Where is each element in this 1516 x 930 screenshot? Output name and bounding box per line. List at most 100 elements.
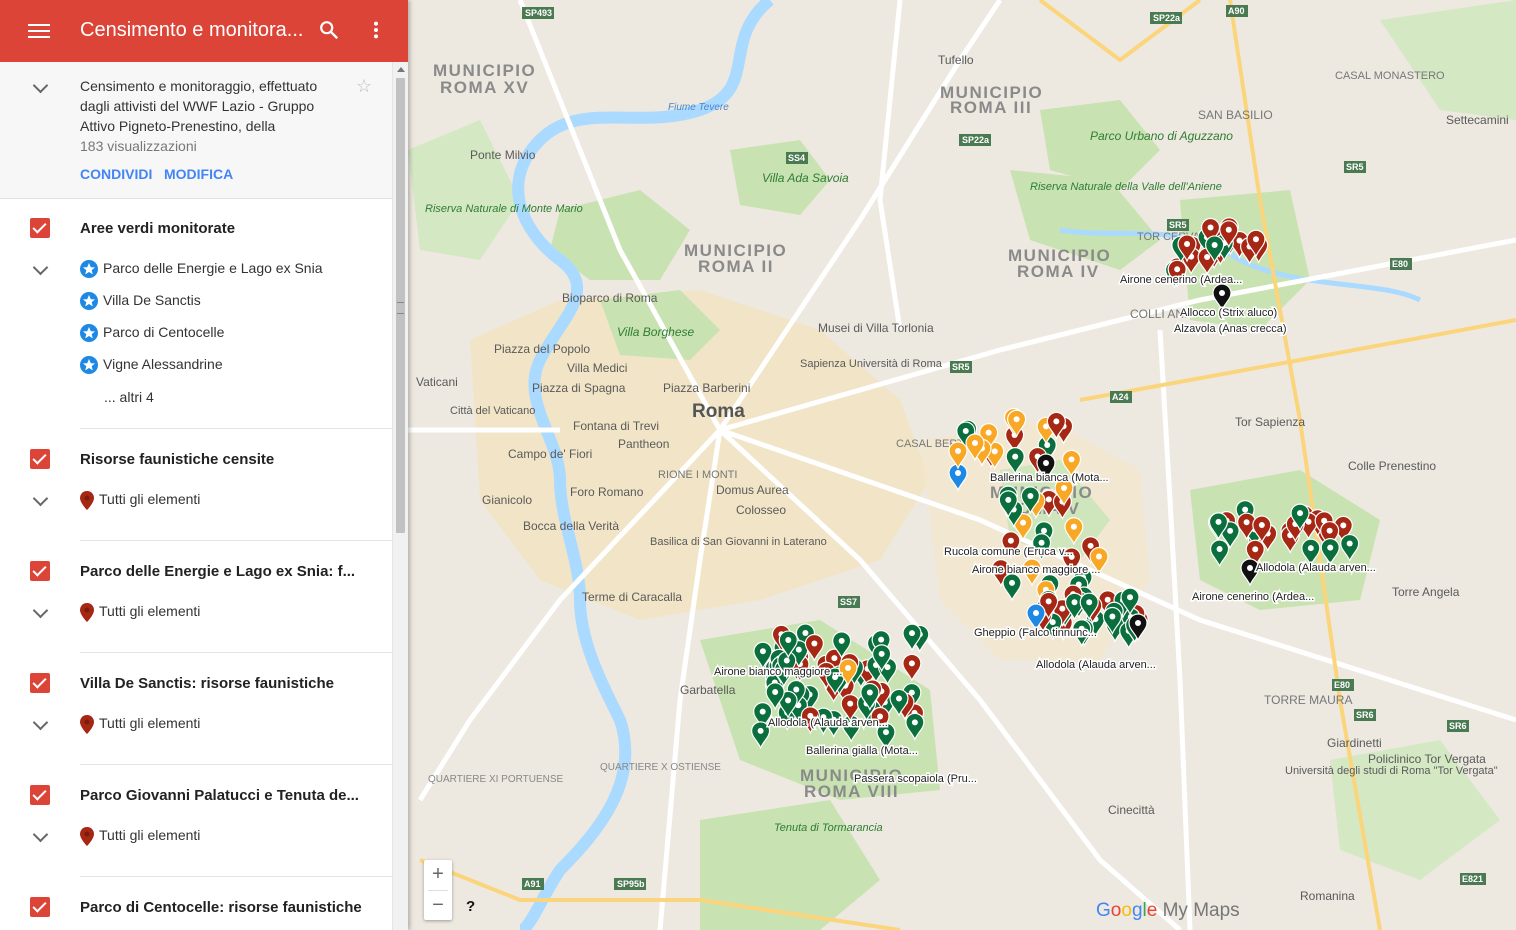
map-marker-dot [1070,523,1077,530]
marker-label: Airone cenerino (Ardea... [1192,591,1314,603]
map-marker-dot [972,440,978,446]
chevron-down-icon[interactable] [32,826,49,843]
map-marker-dot [1104,596,1111,603]
logo-letter: G [1096,900,1111,921]
place-label: QUARTIERE XI PORTUENSE [428,774,564,785]
chevron-down-icon[interactable] [32,259,49,276]
map-marker-dot [1127,594,1134,601]
legend-item[interactable]: Tutti gli elementi [80,827,200,846]
zoom-out-button[interactable]: − [424,891,452,921]
divider [80,876,392,877]
district-label: ROMA IV [1017,262,1100,281]
map-marker-dot [1327,544,1334,551]
layer-title: Parco delle Energie e Lago ex Snia: f... [80,563,356,580]
layer-checkbox[interactable] [30,561,50,581]
legend-item[interactable]: Tutti gli elementi [80,491,200,510]
edit-button[interactable]: MODIFICA [164,166,233,182]
layer-checkbox[interactable] [30,449,50,469]
zoom-control: + − [424,860,452,920]
chevron-down-icon[interactable] [32,714,49,731]
more-vert-icon[interactable] [368,19,384,41]
scrollbar[interactable] [392,62,408,930]
place-label: Domus Aurea [716,483,789,497]
legend-item-label: Tutti gli elementi [99,603,201,620]
app-root: Censimento e monitora... Censimento e mo… [0,0,1516,930]
place-label: Fontana di Trevi [573,419,659,433]
menu-icon[interactable] [28,21,50,41]
road-shield: SP95b [617,879,645,889]
layer-checkbox[interactable] [30,785,50,805]
map-marker-dot [811,640,818,647]
place-label: Terme di Caracalla [582,590,682,604]
search-icon[interactable] [318,19,340,41]
map-marker-dot [1033,610,1039,616]
layer-checkbox[interactable] [30,673,50,693]
map-marker-dot [1297,510,1304,517]
chevron-down-icon[interactable] [32,602,49,619]
description-text: Censimento e monitoraggio, effettuato da… [80,78,318,134]
place-label: Policlinico Tor Vergata [1368,752,1486,766]
share-button[interactable]: CONDIVIDI [80,166,152,182]
chevron-down-icon[interactable] [32,77,49,94]
map-marker-dot [1326,527,1333,534]
map-marker-dot [802,630,809,637]
map-marker-dot [1247,565,1253,571]
star-outline-icon[interactable]: ☆ [356,76,372,97]
road-shield: E80 [1334,680,1350,690]
place-label: Basilica di San Giovanni in Laterano [650,536,827,548]
place-label: Settecamini [1446,113,1509,127]
sidebar: Censimento e monitora... Censimento e mo… [0,0,408,930]
road-shield: E80 [1392,259,1408,269]
district-label: ROMA III [950,98,1032,117]
more-items-link[interactable]: ... altri 4 [104,389,154,405]
chevron-down-icon[interactable] [32,490,49,507]
legend-item[interactable]: Vigne Alessandrine [80,356,223,375]
scroll-up-arrow-icon[interactable] [397,67,405,72]
red-pin-icon [80,603,94,622]
place-label: Riserva Naturale di Monte Mario [425,203,583,215]
map-marker-dot [1227,527,1234,534]
road-shield: A90 [1228,6,1245,16]
road-shield: A24 [1112,392,1129,402]
marker-label: Airone bianco maggiore ... [714,666,842,678]
map-marker-dot [985,429,992,436]
layer-checkbox[interactable] [30,897,50,917]
road-shield: SR5 [1346,162,1364,172]
map-marker-dot [1012,453,1019,460]
legend-item[interactable]: Parco di Centocelle [80,324,224,343]
place-label: Foro Romano [570,485,644,499]
logo-text: My Maps [1157,900,1240,921]
legend-item[interactable]: Tutti gli elementi [80,715,200,734]
map-marker-dot [1307,545,1314,552]
map-marker-dot [1045,598,1052,605]
place-label: Riserva Naturale della Valle dell'Aniene [1030,181,1222,193]
logo-letter: e [1146,900,1158,921]
map-marker-dot [845,665,851,671]
place-label: Bocca della Verità [523,519,619,533]
map-marker-dot [831,655,838,662]
grip-icon [397,302,404,314]
legend-panel: Censimento e monitoraggio, effettuato da… [0,62,392,930]
divider [80,428,392,429]
red-pin-icon [80,827,94,846]
legend-item[interactable]: Parco delle Energie e Lago ex Snia [80,260,323,279]
legend-item-label: Parco delle Energie e Lago ex Snia [103,260,323,276]
map-marker-dot [1174,266,1181,273]
layer-title: Aree verdi monitorate [80,220,236,237]
place-label: CASAL MONASTERO [1335,70,1445,82]
help-button[interactable]: ? [466,898,475,915]
map-canvas[interactable]: MUNICIPIO ROMA XV MUNICIPIO ROMA III MUN… [408,0,1516,930]
logo-letter: o [1110,900,1122,921]
legend-item[interactable]: Villa De Sanctis [80,292,201,311]
map-marker-dot [1044,442,1051,449]
place-label: Piazza del Popolo [494,342,590,356]
map-marker-dot [838,637,845,644]
map-marker-dot [1207,224,1214,231]
map-marker-dot [908,630,915,637]
district-label: ROMA II [698,257,774,276]
marker-label: Allodola (Alauda arven... [1036,659,1156,671]
zoom-in-button[interactable]: + [424,860,452,890]
layer-checkbox[interactable] [30,218,50,238]
legend-item[interactable]: Tutti gli elementi [80,603,200,622]
road-shield: SS4 [788,153,805,163]
